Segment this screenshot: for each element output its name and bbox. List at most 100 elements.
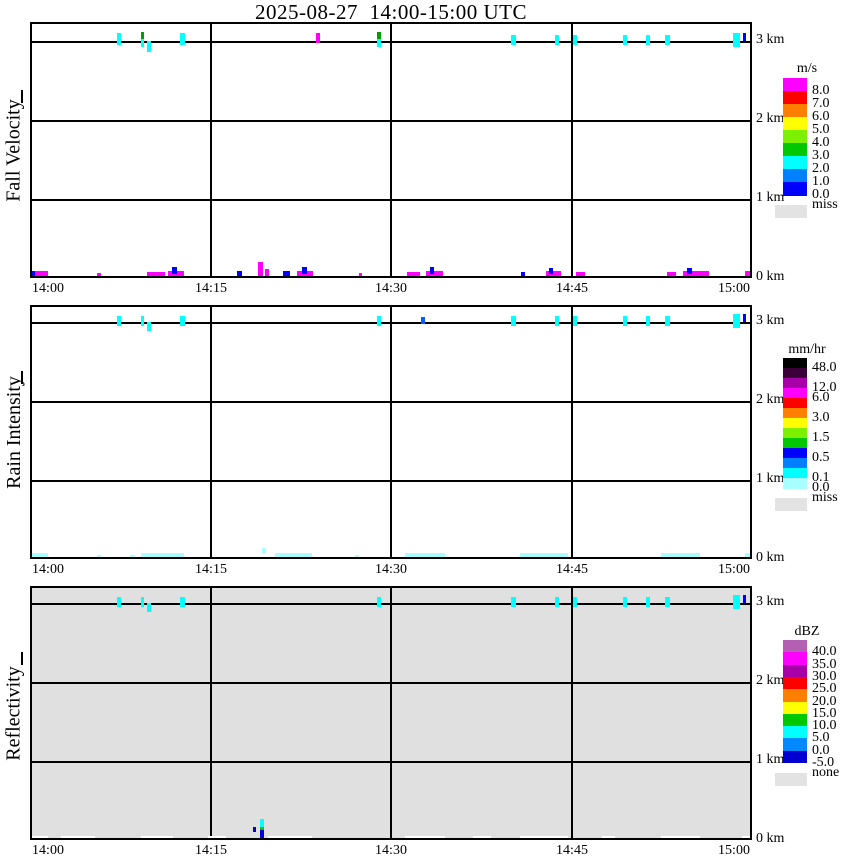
x-tick-label: 14:30 [375, 562, 407, 577]
data-mark [140, 836, 174, 838]
data-mark [742, 33, 746, 41]
data-mark [97, 555, 101, 557]
x-tick-label: 15:00 [718, 843, 750, 858]
gridline-14-45 [570, 307, 573, 557]
colorbar-segment [783, 438, 807, 449]
data-mark [147, 322, 151, 332]
data-mark [171, 266, 178, 275]
data-mark [116, 33, 121, 45]
gridline-14-45 [570, 24, 573, 276]
data-mark [687, 267, 692, 275]
y-tick-label: 0 km [756, 831, 785, 846]
x-tick-label: 14:30 [375, 843, 407, 858]
gridline-14-30 [390, 24, 392, 276]
data-mark [511, 596, 516, 607]
data-mark [147, 41, 151, 53]
colorbar-segment [783, 91, 807, 105]
gridline-1km [32, 199, 750, 201]
data-mark [554, 596, 559, 607]
data-mark [665, 34, 670, 45]
colorbar-segment [783, 368, 807, 379]
data-mark [264, 268, 270, 276]
axis-dash [21, 652, 23, 666]
colorbar-unit-label: dBZ [794, 624, 820, 639]
colorbar-miss-swatch [775, 773, 807, 786]
gridline-14-15 [209, 588, 212, 838]
colorbar-segment [783, 104, 807, 118]
colorbar-segment [783, 713, 807, 727]
data-mark [140, 39, 145, 48]
colorbar-segment [783, 388, 807, 399]
colorbar-miss-swatch [775, 498, 807, 511]
data-mark [732, 595, 740, 610]
data-mark [742, 836, 750, 838]
data-mark [429, 266, 435, 275]
data-mark [275, 553, 312, 557]
x-tick-label: 14:15 [195, 562, 227, 577]
panel-fall-velocity [30, 22, 752, 278]
data-mark [660, 553, 701, 557]
data-mark [511, 34, 516, 45]
gridline-14-15 [209, 24, 212, 276]
panel-ylabel-reflectivity: Reflectivity [0, 586, 28, 840]
data-mark [572, 596, 577, 607]
data-mark [35, 270, 49, 276]
colorbar-segment [783, 130, 807, 144]
colorbar-segment [783, 408, 807, 419]
colorbar-segment [783, 78, 807, 92]
data-mark [646, 596, 651, 607]
x-tick-label: 14:00 [32, 562, 64, 577]
colorbar-segment [783, 676, 807, 690]
data-mark [180, 315, 185, 326]
colorbar-segment [783, 428, 807, 439]
data-mark [646, 315, 651, 326]
colorbar-segment [783, 664, 807, 678]
data-mark [665, 315, 670, 326]
colorbar-segment [783, 726, 807, 739]
data-mark [208, 836, 227, 838]
data-mark [742, 314, 746, 322]
mrr-quicklook-chart: 2025-08-27 14:00-15:00 UTC 3 km 2 km 1 km 0… [0, 0, 850, 868]
gridline-14-30 [390, 588, 392, 838]
chart-title: 2025-08-27 14:00-15:00 UTC [255, 0, 527, 24]
data-mark [405, 553, 446, 557]
panel-ylabel-text: Rain Intensity [2, 375, 25, 489]
data-mark [548, 267, 554, 275]
axis-dash [21, 371, 23, 385]
colorbar-tick-label: 3.0 [812, 410, 830, 425]
data-mark [425, 270, 443, 276]
data-mark [623, 315, 628, 326]
colorbar-segment [783, 652, 807, 666]
data-mark [147, 603, 151, 613]
colorbar-segment [783, 640, 807, 653]
data-mark [259, 819, 265, 827]
colorbar-segment [783, 750, 807, 764]
data-mark [180, 596, 185, 607]
colorbar-segment [783, 418, 807, 429]
colorbar-segment [783, 701, 807, 715]
data-mark [519, 836, 568, 838]
data-mark [259, 829, 265, 838]
data-mark [576, 272, 585, 276]
panel-ylabel-text: Fall Velocity [2, 98, 25, 202]
colorbar-segment [783, 378, 807, 389]
data-mark [732, 33, 740, 48]
data-mark [572, 34, 577, 45]
panel-ylabel-fall-velocity: Fall Velocity [0, 22, 28, 278]
x-tick-label: 14:45 [556, 281, 588, 296]
y-tick-label: 0 km [756, 550, 785, 565]
panel-ylabel-text: Reflectivity [2, 665, 25, 761]
gridline-1km [32, 761, 750, 763]
data-mark [116, 315, 121, 326]
data-mark [376, 38, 381, 47]
data-mark [646, 34, 651, 45]
x-tick-label: 15:00 [718, 562, 750, 577]
panel-ylabel-rain-intensity: Rain Intensity [0, 305, 28, 559]
x-tick-label: 15:00 [718, 281, 750, 296]
data-mark [140, 31, 145, 40]
data-mark [116, 596, 121, 607]
data-mark [744, 270, 750, 276]
y-tick-label: 3 km [756, 32, 785, 47]
colorbar-segment [783, 358, 807, 369]
axis-dash [21, 90, 23, 104]
